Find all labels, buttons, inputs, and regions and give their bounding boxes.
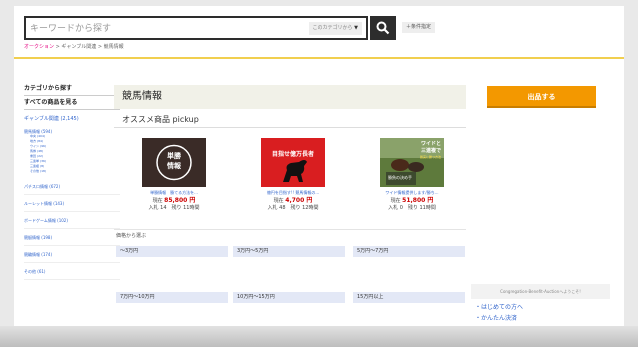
price-label: 現在 bbox=[152, 198, 163, 204]
thumbnail-text: ワイドと bbox=[420, 141, 441, 147]
condition-button[interactable]: ＋条件指定 bbox=[402, 22, 436, 33]
item-meta: 入札 14 残り 11時間 bbox=[148, 205, 200, 211]
item-meta: 入札 48 残り 12時間 bbox=[267, 205, 319, 211]
sidebar-sub-list: 中央 (404) 地方 (84) ウイン (96) 馬券 (48) 重賞 (22… bbox=[24, 134, 120, 174]
sidebar-link-pachislot[interactable]: パチスロ情報 (672) bbox=[24, 178, 120, 195]
page-title-bar: 競馬情報 bbox=[114, 85, 466, 109]
pickup-card[interactable]: ワイドと 三連複で 確実に勝つ方法 勝負の決め手 ワイド情報提供します/勝ち..… bbox=[367, 138, 457, 211]
item-price-line: 現在 4,700 円 bbox=[248, 197, 338, 205]
pickup-card[interactable]: 単勝 情報 単勝情報 勝てる方法を... 現在 85,800 円 入札 14 残… bbox=[129, 138, 219, 211]
breadcrumb-separator: > bbox=[97, 44, 103, 50]
sidebar-link-boatrace[interactable]: 競艇情報 (198) bbox=[24, 229, 120, 246]
price-range-100k-150k[interactable]: 10万円〜15万円 bbox=[233, 292, 345, 303]
thumbnail-text: 勝負の決め手 bbox=[388, 175, 412, 180]
sidebar-link-other[interactable]: その他 (61) bbox=[24, 263, 120, 280]
sidebar-category-gambling[interactable]: ギャンブル関連 (2,145) bbox=[24, 115, 120, 123]
item-name[interactable]: 単勝情報 勝てる方法を... bbox=[129, 190, 219, 195]
price-range-70k-100k[interactable]: 7万円〜10万円 bbox=[116, 292, 228, 303]
search-icon bbox=[376, 21, 390, 35]
search-box: このカテゴリから ▼ bbox=[24, 16, 368, 40]
sell-button[interactable]: 出品する bbox=[487, 86, 596, 108]
link-easy-payment[interactable]: ・かんたん決済 bbox=[475, 315, 517, 323]
category-scope-select[interactable]: このカテゴリから ▼ bbox=[308, 22, 362, 35]
welcome-banner: Congregation-Benefit-Auctionへようこそ! bbox=[471, 284, 610, 299]
sidebar-sub-item[interactable]: その他 (18) bbox=[24, 169, 120, 174]
price-label: 現在 bbox=[273, 198, 284, 204]
item-price-line: 現在 85,800 円 bbox=[129, 197, 219, 205]
breadcrumb-separator: > bbox=[55, 44, 60, 50]
sidebar-link-keirin[interactable]: 競輪情報 (174) bbox=[24, 246, 120, 263]
item-meta: 入札 0 残り 11時間 bbox=[388, 205, 436, 211]
thumbnail-text: 情報 bbox=[167, 162, 181, 170]
item-thumbnail[interactable]: ワイドと 三連複で 確実に勝つ方法 勝負の決め手 bbox=[380, 138, 444, 187]
category-scope-label: このカテゴリから bbox=[312, 25, 353, 31]
search-input[interactable] bbox=[30, 20, 300, 38]
item-price-line: 現在 51,800 円 bbox=[367, 197, 457, 205]
page-title: 競馬情報 bbox=[122, 91, 162, 102]
breadcrumb-gambling[interactable]: ギャンブル関連 bbox=[61, 44, 96, 50]
price-range-heading: 価格から選ぶ bbox=[116, 233, 147, 239]
sidebar-head-label: カテゴリから探す bbox=[24, 85, 73, 92]
thumbnail-text: 三連複で bbox=[420, 148, 441, 154]
item-name[interactable]: ワイド情報提供します/勝ち... bbox=[367, 190, 457, 195]
breadcrumb: オークション > ギャンブル関連 > 競馬情報 bbox=[24, 43, 124, 51]
thumbnail-text: 確実に勝つ方法 bbox=[419, 155, 441, 159]
pickup-divider bbox=[114, 127, 466, 128]
chevron-down-icon: ▼ bbox=[354, 25, 358, 31]
price-range-under-30k[interactable]: 〜3万円 bbox=[116, 246, 228, 257]
pickup-card[interactable]: 目指せ億万長者 億円を目指す!! 競馬情報の... 現在 4,700 円 入札 … bbox=[248, 138, 338, 211]
search-button[interactable] bbox=[370, 16, 396, 40]
price-range-150k-plus[interactable]: 15万円以上 bbox=[353, 292, 465, 303]
price-amount: 4,700 円 bbox=[285, 197, 313, 204]
breadcrumb-root[interactable]: オークション bbox=[24, 44, 54, 50]
price-amount: 51,800 円 bbox=[402, 197, 434, 204]
item-name[interactable]: 億円を目指す!! 競馬情報の... bbox=[248, 190, 338, 195]
sidebar-link-boardgame[interactable]: ボードゲーム情報 (102) bbox=[24, 212, 120, 229]
price-range-50k-70k[interactable]: 5万円〜7万円 bbox=[353, 246, 465, 257]
pickup-heading: オススメ商品 pickup bbox=[122, 115, 199, 124]
link-beginner-guide[interactable]: ・はじめての方へ bbox=[475, 304, 523, 312]
item-thumbnail[interactable]: 単勝 情報 bbox=[142, 138, 206, 187]
price-amount: 85,800 円 bbox=[164, 197, 196, 204]
sidebar-link-roulette[interactable]: ルーレット情報 (143) bbox=[24, 195, 120, 212]
header-divider bbox=[14, 57, 624, 59]
sidebar: カテゴリから探す › すべての商品を見る › ギャンブル関連 (2,145) 競… bbox=[24, 82, 120, 280]
breadcrumb-current: 競馬情報 bbox=[103, 44, 124, 50]
page-bottom-shadow bbox=[0, 326, 638, 347]
sidebar-all-items[interactable]: すべての商品を見る › bbox=[24, 96, 120, 110]
sidebar-find-by-category[interactable]: カテゴリから探す › bbox=[24, 82, 120, 96]
price-range-30k-50k[interactable]: 3万円〜5万円 bbox=[233, 246, 345, 257]
thumbnail-text: 単勝 bbox=[167, 152, 181, 160]
price-label: 現在 bbox=[390, 198, 401, 204]
horse-icon bbox=[283, 160, 307, 182]
section-divider bbox=[114, 229, 466, 230]
item-thumbnail[interactable]: 目指せ億万長者 bbox=[261, 138, 325, 187]
sidebar-head-label: すべての商品を見る bbox=[24, 99, 78, 106]
